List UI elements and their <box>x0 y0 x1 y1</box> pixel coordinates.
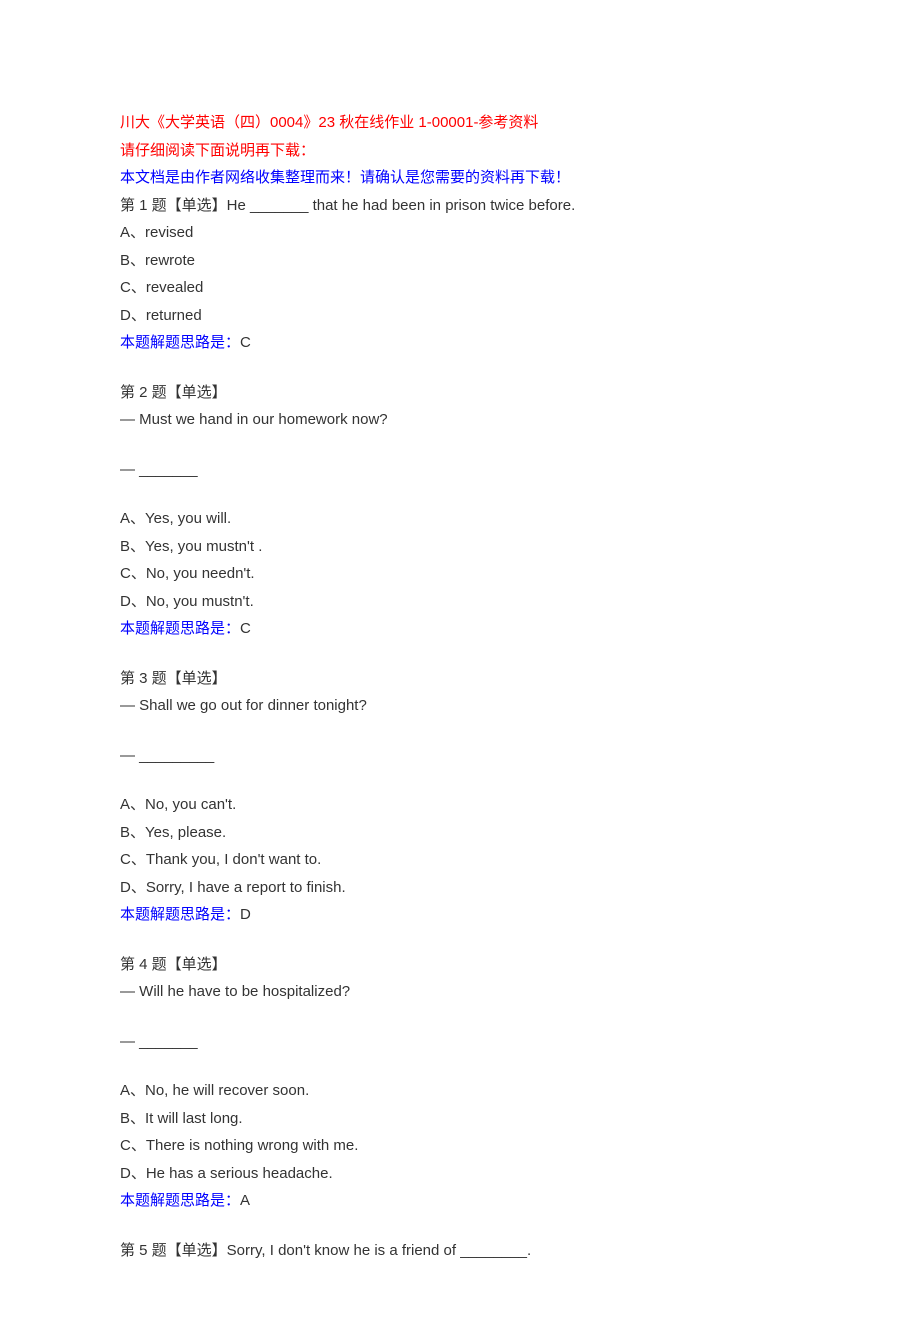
question-2-line-3: — _______ <box>120 457 800 483</box>
question-4-option-d: D、He has a serious headache. <box>120 1161 800 1187</box>
answer-prefix: 本题解题思路是： <box>120 334 240 351</box>
question-2-answer: 本题解题思路是：C <box>120 616 800 642</box>
question-4-header: 第 4 题【单选】 <box>120 952 800 978</box>
question-4-option-c: C、There is nothing wrong with me. <box>120 1133 800 1159</box>
answer-prefix: 本题解题思路是： <box>120 1192 240 1209</box>
question-3-line-1: — Shall we go out for dinner tonight? <box>120 693 800 719</box>
answer-prefix: 本题解题思路是： <box>120 906 240 923</box>
question-3-line-3: — _________ <box>120 743 800 769</box>
question-1-option-b: B、rewrote <box>120 248 800 274</box>
question-1-answer: 本题解题思路是：C <box>120 330 800 356</box>
question-2-option-a: A、Yes, you will. <box>120 506 800 532</box>
question-2-option-c: C、No, you needn't. <box>120 561 800 587</box>
document-title: 川大《大学英语（四）0004》23 秋在线作业 1-00001-参考资料 <box>120 110 800 136</box>
question-1-option-c: C、revealed <box>120 275 800 301</box>
question-4-answer: 本题解题思路是：A <box>120 1188 800 1214</box>
answer-value: A <box>240 1192 250 1209</box>
answer-prefix: 本题解题思路是： <box>120 620 240 637</box>
note-instruction-2: 本文档是由作者网络收集整理而来！请确认是您需要的资料再下载！ <box>120 165 800 191</box>
answer-value: C <box>240 334 251 351</box>
question-1-option-a: A、revised <box>120 220 800 246</box>
question-4-line-3: — _______ <box>120 1029 800 1055</box>
question-3-header: 第 3 题【单选】 <box>120 666 800 692</box>
question-3-answer: 本题解题思路是：D <box>120 902 800 928</box>
answer-value: C <box>240 620 251 637</box>
question-1-option-d: D、returned <box>120 303 800 329</box>
question-4-option-b: B、It will last long. <box>120 1106 800 1132</box>
question-3-option-d: D、Sorry, I have a report to finish. <box>120 875 800 901</box>
question-2-option-b: B、Yes, you mustn't . <box>120 534 800 560</box>
note-instruction-1: 请仔细阅读下面说明再下载： <box>120 138 800 164</box>
question-4-option-a: A、No, he will recover soon. <box>120 1078 800 1104</box>
question-2-header: 第 2 题【单选】 <box>120 380 800 406</box>
question-3-option-a: A、No, you can't. <box>120 792 800 818</box>
question-3-option-c: C、Thank you, I don't want to. <box>120 847 800 873</box>
question-2-option-d: D、No, you mustn't. <box>120 589 800 615</box>
question-1-header: 第 1 题【单选】He _______ that he had been in … <box>120 193 800 219</box>
question-4-line-1: — Will he have to be hospitalized? <box>120 979 800 1005</box>
question-3-option-b: B、Yes, please. <box>120 820 800 846</box>
answer-value: D <box>240 906 251 923</box>
question-2-line-1: — Must we hand in our homework now? <box>120 407 800 433</box>
question-5-header: 第 5 题【单选】Sorry, I don't know he is a fri… <box>120 1238 800 1264</box>
